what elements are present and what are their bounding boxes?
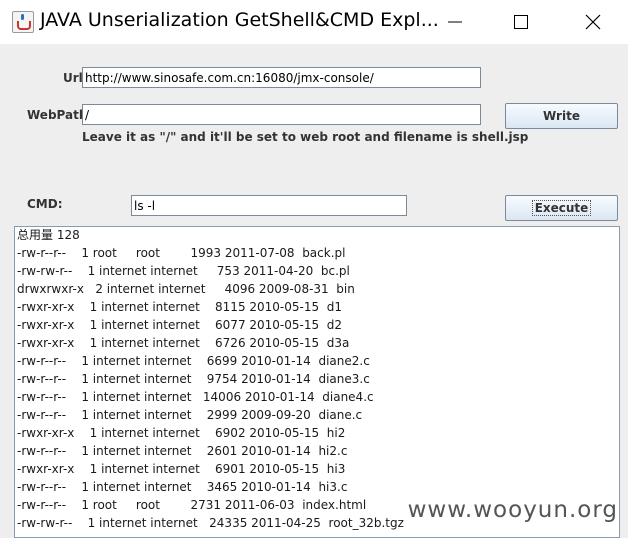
output-line: -rw-r--r-- 1 internet internet 9754 2010…: [17, 372, 370, 386]
close-button[interactable]: [570, 0, 616, 44]
webpath-input[interactable]: [82, 104, 481, 125]
watermark: www.wooyun.org: [407, 497, 618, 523]
output-line: -rw-rw-r-- 1 internet internet 753 2011-…: [17, 264, 350, 278]
output-line: -rwxr-xr-x 1 internet internet 6902 2010…: [17, 426, 346, 440]
output-line: -rw-r--r-- 1 internet internet 2601 2010…: [17, 444, 348, 458]
execute-button-label: Execute: [531, 200, 592, 216]
output-line: 总用量 128: [17, 228, 80, 242]
output-line: -rw-r--r-- 1 internet internet 14006 201…: [17, 390, 374, 404]
output-line: -rwxr-xr-x 1 internet internet 6901 2010…: [17, 462, 346, 476]
minimize-button[interactable]: [432, 0, 478, 44]
output-line: -rw-r--r-- 1 internet internet 6699 2010…: [17, 354, 370, 368]
output-line: -rw-r--r-- 1 internet internet 2999 2009…: [17, 408, 363, 422]
output-line: -rwxr-xr-x 1 internet internet 6077 2010…: [17, 318, 343, 332]
webpath-hint: Leave it as "/" and it'll be set to web …: [82, 130, 529, 144]
close-icon: [585, 14, 601, 30]
java-cup-icon: [12, 11, 34, 33]
write-button[interactable]: Write: [505, 103, 618, 129]
output-line: -rw-r--r-- 1 internet internet 3465 2010…: [17, 480, 348, 494]
output-area[interactable]: 总用量 128 -rw-r--r-- 1 root root 1993 2011…: [14, 226, 620, 538]
cmd-label: CMD:: [27, 197, 63, 211]
window-title: JAVA Unserialization GetShell&CMD Expl..…: [40, 9, 439, 31]
minimize-icon: [448, 21, 462, 23]
maximize-button[interactable]: [498, 0, 544, 44]
output-line: drwxrwxr-x 2 internet internet 4096 2009…: [17, 282, 355, 296]
output-line: -rwxr-xr-x 1 internet internet 6726 2010…: [17, 336, 350, 350]
output-line: -rw-r--r-- 1 root root 2731 2011-06-03 i…: [17, 498, 367, 512]
title-bar[interactable]: JAVA Unserialization GetShell&CMD Expl..…: [0, 0, 628, 44]
cmd-input[interactable]: [131, 195, 407, 216]
output-line: -rwxr-xr-x 1 internet internet 8115 2010…: [17, 300, 343, 314]
output-line: -rw-rw-r-- 1 internet internet 24335 201…: [17, 516, 404, 530]
execute-button[interactable]: Execute: [505, 195, 618, 221]
output-line: -rw-r--r-- 1 root root 1993 2011-07-08 b…: [17, 246, 346, 260]
maximize-icon: [514, 15, 528, 29]
url-input[interactable]: [82, 67, 481, 88]
